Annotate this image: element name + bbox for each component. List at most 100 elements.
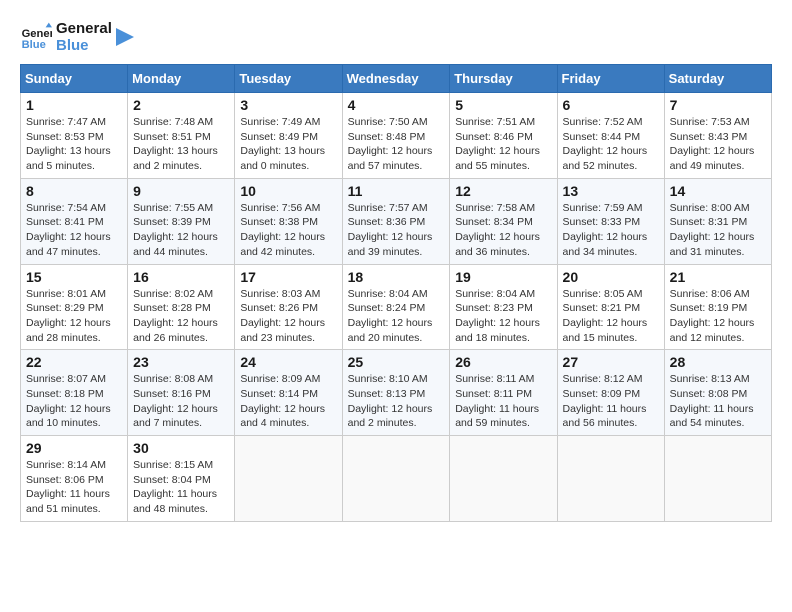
day-info: Sunrise: 8:03 AM Sunset: 8:26 PM Dayligh… [240, 287, 336, 346]
logo-arrow-icon [116, 28, 134, 46]
day-info: Sunrise: 8:05 AM Sunset: 8:21 PM Dayligh… [563, 287, 659, 346]
calendar-cell: 15 Sunrise: 8:01 AM Sunset: 8:29 PM Dayl… [21, 264, 128, 350]
day-info: Sunrise: 7:50 AM Sunset: 8:48 PM Dayligh… [348, 115, 445, 174]
day-number: 14 [670, 183, 766, 199]
logo-blue: Blue [56, 37, 112, 54]
calendar-body: 1 Sunrise: 7:47 AM Sunset: 8:53 PM Dayli… [21, 93, 772, 522]
day-info: Sunrise: 8:00 AM Sunset: 8:31 PM Dayligh… [670, 201, 766, 260]
calendar-cell: 28 Sunrise: 8:13 AM Sunset: 8:08 PM Dayl… [664, 350, 771, 436]
calendar-cell [450, 436, 557, 522]
calendar-cell: 3 Sunrise: 7:49 AM Sunset: 8:49 PM Dayli… [235, 93, 342, 179]
calendar-cell: 25 Sunrise: 8:10 AM Sunset: 8:13 PM Dayl… [342, 350, 450, 436]
day-info: Sunrise: 7:56 AM Sunset: 8:38 PM Dayligh… [240, 201, 336, 260]
day-number: 29 [26, 440, 122, 456]
day-info: Sunrise: 7:48 AM Sunset: 8:51 PM Dayligh… [133, 115, 229, 174]
day-info: Sunrise: 7:47 AM Sunset: 8:53 PM Dayligh… [26, 115, 122, 174]
day-info: Sunrise: 7:54 AM Sunset: 8:41 PM Dayligh… [26, 201, 122, 260]
calendar-cell: 26 Sunrise: 8:11 AM Sunset: 8:11 PM Dayl… [450, 350, 557, 436]
day-info: Sunrise: 7:51 AM Sunset: 8:46 PM Dayligh… [455, 115, 551, 174]
day-info: Sunrise: 8:13 AM Sunset: 8:08 PM Dayligh… [670, 372, 766, 431]
day-header-friday: Friday [557, 65, 664, 93]
day-number: 13 [563, 183, 659, 199]
day-info: Sunrise: 7:55 AM Sunset: 8:39 PM Dayligh… [133, 201, 229, 260]
day-header-thursday: Thursday [450, 65, 557, 93]
calendar-cell: 9 Sunrise: 7:55 AM Sunset: 8:39 PM Dayli… [128, 178, 235, 264]
calendar-cell [664, 436, 771, 522]
day-info: Sunrise: 8:04 AM Sunset: 8:24 PM Dayligh… [348, 287, 445, 346]
calendar-cell: 23 Sunrise: 8:08 AM Sunset: 8:16 PM Dayl… [128, 350, 235, 436]
calendar-cell: 8 Sunrise: 7:54 AM Sunset: 8:41 PM Dayli… [21, 178, 128, 264]
day-header-tuesday: Tuesday [235, 65, 342, 93]
calendar-cell: 27 Sunrise: 8:12 AM Sunset: 8:09 PM Dayl… [557, 350, 664, 436]
day-number: 28 [670, 354, 766, 370]
calendar-cell: 21 Sunrise: 8:06 AM Sunset: 8:19 PM Dayl… [664, 264, 771, 350]
day-header-saturday: Saturday [664, 65, 771, 93]
calendar-header-row: SundayMondayTuesdayWednesdayThursdayFrid… [21, 65, 772, 93]
calendar-cell: 14 Sunrise: 8:00 AM Sunset: 8:31 PM Dayl… [664, 178, 771, 264]
day-info: Sunrise: 7:58 AM Sunset: 8:34 PM Dayligh… [455, 201, 551, 260]
calendar-cell: 30 Sunrise: 8:15 AM Sunset: 8:04 PM Dayl… [128, 436, 235, 522]
day-header-sunday: Sunday [21, 65, 128, 93]
calendar-cell: 7 Sunrise: 7:53 AM Sunset: 8:43 PM Dayli… [664, 93, 771, 179]
day-info: Sunrise: 8:11 AM Sunset: 8:11 PM Dayligh… [455, 372, 551, 431]
day-number: 9 [133, 183, 229, 199]
day-info: Sunrise: 8:10 AM Sunset: 8:13 PM Dayligh… [348, 372, 445, 431]
day-info: Sunrise: 8:15 AM Sunset: 8:04 PM Dayligh… [133, 458, 229, 517]
calendar-cell: 6 Sunrise: 7:52 AM Sunset: 8:44 PM Dayli… [557, 93, 664, 179]
calendar-week-row: 29 Sunrise: 8:14 AM Sunset: 8:06 PM Dayl… [21, 436, 772, 522]
day-info: Sunrise: 8:14 AM Sunset: 8:06 PM Dayligh… [26, 458, 122, 517]
day-number: 6 [563, 97, 659, 113]
calendar-cell: 18 Sunrise: 8:04 AM Sunset: 8:24 PM Dayl… [342, 264, 450, 350]
calendar-cell: 12 Sunrise: 7:58 AM Sunset: 8:34 PM Dayl… [450, 178, 557, 264]
calendar-cell: 17 Sunrise: 8:03 AM Sunset: 8:26 PM Dayl… [235, 264, 342, 350]
day-number: 3 [240, 97, 336, 113]
calendar-cell: 11 Sunrise: 7:57 AM Sunset: 8:36 PM Dayl… [342, 178, 450, 264]
day-number: 24 [240, 354, 336, 370]
day-number: 26 [455, 354, 551, 370]
calendar-cell: 2 Sunrise: 7:48 AM Sunset: 8:51 PM Dayli… [128, 93, 235, 179]
calendar-cell: 5 Sunrise: 7:51 AM Sunset: 8:46 PM Dayli… [450, 93, 557, 179]
day-number: 11 [348, 183, 445, 199]
day-number: 19 [455, 269, 551, 285]
day-info: Sunrise: 8:12 AM Sunset: 8:09 PM Dayligh… [563, 372, 659, 431]
calendar-cell [557, 436, 664, 522]
day-number: 2 [133, 97, 229, 113]
day-number: 30 [133, 440, 229, 456]
day-number: 21 [670, 269, 766, 285]
day-info: Sunrise: 8:09 AM Sunset: 8:14 PM Dayligh… [240, 372, 336, 431]
day-header-wednesday: Wednesday [342, 65, 450, 93]
calendar-week-row: 8 Sunrise: 7:54 AM Sunset: 8:41 PM Dayli… [21, 178, 772, 264]
header: General Blue General Blue [20, 20, 772, 54]
day-number: 22 [26, 354, 122, 370]
day-header-monday: Monday [128, 65, 235, 93]
day-number: 20 [563, 269, 659, 285]
page-container: General Blue General Blue SundayMondayTu… [20, 20, 772, 522]
calendar-week-row: 1 Sunrise: 7:47 AM Sunset: 8:53 PM Dayli… [21, 93, 772, 179]
svg-text:Blue: Blue [22, 39, 46, 51]
day-number: 10 [240, 183, 336, 199]
day-number: 15 [26, 269, 122, 285]
calendar-week-row: 15 Sunrise: 8:01 AM Sunset: 8:29 PM Dayl… [21, 264, 772, 350]
calendar-cell: 4 Sunrise: 7:50 AM Sunset: 8:48 PM Dayli… [342, 93, 450, 179]
logo-icon: General Blue [20, 21, 52, 53]
logo-general: General [56, 20, 112, 37]
day-number: 1 [26, 97, 122, 113]
day-info: Sunrise: 8:07 AM Sunset: 8:18 PM Dayligh… [26, 372, 122, 431]
calendar-cell [342, 436, 450, 522]
day-number: 5 [455, 97, 551, 113]
day-number: 4 [348, 97, 445, 113]
day-info: Sunrise: 7:57 AM Sunset: 8:36 PM Dayligh… [348, 201, 445, 260]
day-number: 7 [670, 97, 766, 113]
day-number: 17 [240, 269, 336, 285]
day-info: Sunrise: 7:53 AM Sunset: 8:43 PM Dayligh… [670, 115, 766, 174]
calendar-cell: 10 Sunrise: 7:56 AM Sunset: 8:38 PM Dayl… [235, 178, 342, 264]
day-info: Sunrise: 8:08 AM Sunset: 8:16 PM Dayligh… [133, 372, 229, 431]
calendar-cell [235, 436, 342, 522]
calendar-cell: 20 Sunrise: 8:05 AM Sunset: 8:21 PM Dayl… [557, 264, 664, 350]
calendar-cell: 22 Sunrise: 8:07 AM Sunset: 8:18 PM Dayl… [21, 350, 128, 436]
day-info: Sunrise: 8:06 AM Sunset: 8:19 PM Dayligh… [670, 287, 766, 346]
calendar-cell: 29 Sunrise: 8:14 AM Sunset: 8:06 PM Dayl… [21, 436, 128, 522]
svg-text:General: General [22, 28, 52, 40]
day-number: 25 [348, 354, 445, 370]
day-info: Sunrise: 8:02 AM Sunset: 8:28 PM Dayligh… [133, 287, 229, 346]
